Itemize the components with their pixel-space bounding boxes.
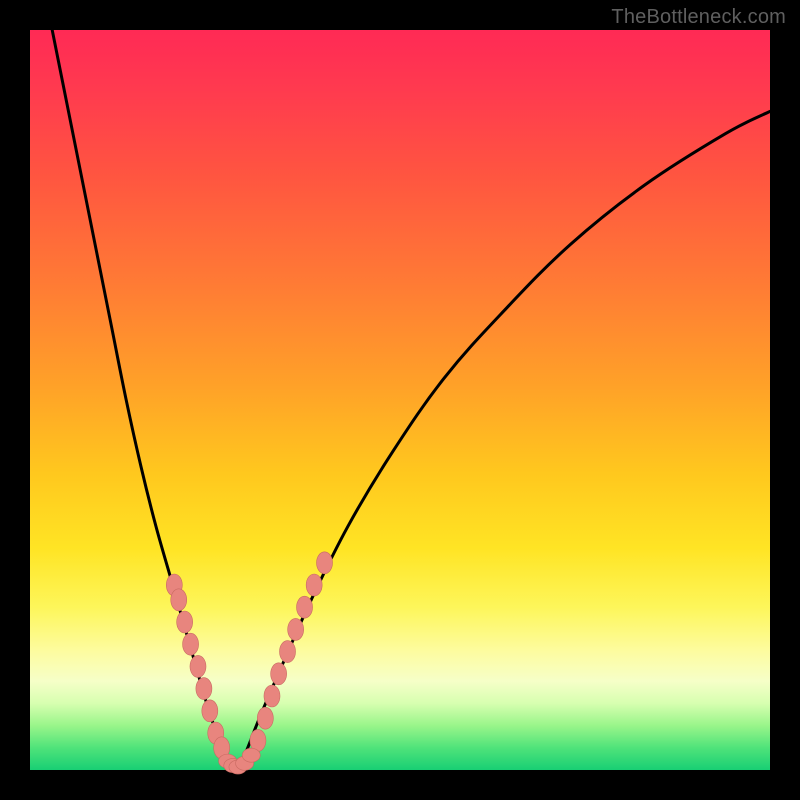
data-marker [297, 596, 313, 618]
data-marker [202, 700, 218, 722]
curve-layer [52, 30, 770, 770]
chart-frame: TheBottleneck.com [0, 0, 800, 800]
data-marker [317, 552, 333, 574]
data-marker [280, 641, 296, 663]
data-marker [190, 655, 206, 677]
data-marker [306, 574, 322, 596]
data-marker [177, 611, 193, 633]
watermark-text: TheBottleneck.com [611, 6, 786, 29]
curve-left-branch [52, 30, 236, 770]
chart-svg [30, 30, 770, 770]
data-marker [257, 707, 273, 729]
data-marker [171, 589, 187, 611]
data-marker [196, 678, 212, 700]
data-marker [288, 618, 304, 640]
data-marker [264, 685, 280, 707]
data-marker [271, 663, 287, 685]
curve-right-branch [236, 111, 770, 770]
data-marker [183, 633, 199, 655]
data-marker [242, 748, 260, 762]
